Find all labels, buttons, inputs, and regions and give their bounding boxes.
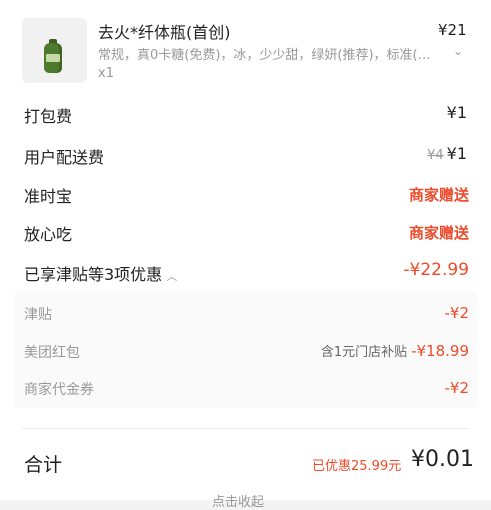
discount-item-value: -¥18.99 — [411, 342, 469, 360]
bottle-label-shape — [46, 54, 60, 62]
ontime-value: 商家赠送 — [408, 186, 469, 204]
total-amount: ¥0.01 — [411, 447, 474, 472]
discount-item-label: 美团红包 — [24, 345, 80, 361]
divider — [22, 428, 469, 429]
discount-summary-label: 已享津贴等3项优惠 — [24, 265, 163, 284]
total-saved: 已优惠25.99元 — [312, 459, 402, 474]
discount-item-value-group: 含1元门店补贴 -¥18.99 — [321, 341, 469, 360]
discount-summary-toggle[interactable]: 已享津贴等3项优惠 ︿ — [24, 261, 177, 285]
chevron-down-icon[interactable]: ⌄ — [453, 44, 463, 58]
safe-eat-value: 商家赠送 — [408, 224, 469, 242]
packing-fee-label: 打包费 — [24, 107, 73, 126]
discount-item-label: 商家代金券 — [24, 382, 94, 398]
delivery-fee-value-group: ¥4 ¥1 — [427, 144, 467, 163]
packing-fee-value: ¥1 — [446, 103, 467, 122]
safe-eat-label: 放心吃 — [24, 225, 73, 244]
product-quantity: x1 — [98, 66, 114, 81]
total-label: 合计 — [24, 454, 63, 476]
delivery-fee-value: ¥1 — [446, 144, 467, 163]
product-image — [22, 18, 87, 83]
discount-item-value: -¥2 — [444, 379, 470, 397]
discount-item-value: -¥2 — [444, 304, 470, 322]
discount-summary-value: -¥22.99 — [403, 260, 469, 280]
ontime-label: 准时宝 — [24, 187, 73, 206]
chevron-up-icon: ︿ — [166, 270, 178, 283]
order-detail-card: 去火*纤体瓶(首创) ¥21 常规，真0卡糖(免费)，冰，少少甜，绿妍(推荐)，… — [0, 0, 491, 510]
discount-item-note: 含1元门店补贴 — [320, 345, 408, 360]
product-options[interactable]: 常规，真0卡糖(免费)，冰，少少甜，绿妍(推荐)，标准(… — [98, 44, 444, 63]
delivery-fee-label: 用户配送费 — [24, 148, 105, 167]
collapse-button[interactable]: 点击收起 — [212, 491, 264, 510]
product-price: ¥21 — [438, 21, 467, 39]
delivery-original-price: ¥4 — [427, 148, 444, 163]
discount-item-label: 津贴 — [24, 307, 52, 323]
product-name: 去火*纤体瓶(首创) — [98, 23, 231, 42]
